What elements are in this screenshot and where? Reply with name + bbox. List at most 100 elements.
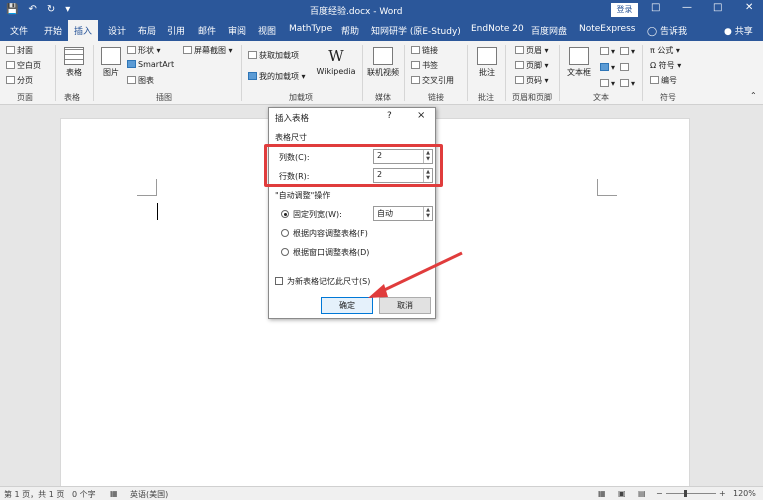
lightbulb-icon: ◯	[647, 27, 660, 37]
customize-qat-icon[interactable]: ▾	[65, 3, 70, 17]
cancel-button[interactable]: 取消	[379, 297, 431, 314]
close-icon[interactable]: ×	[417, 110, 425, 121]
tab-baidu-netdisk[interactable]: 百度网盘	[531, 24, 567, 37]
page-count[interactable]: 第 1 页，共 1 页	[4, 489, 64, 500]
minimize-icon[interactable]: —	[682, 2, 692, 13]
tab-references[interactable]: 引用	[167, 24, 185, 37]
zoom-in-icon[interactable]: +	[719, 489, 726, 498]
picture-button[interactable]: 图片	[99, 47, 123, 78]
smartart-button[interactable]: SmartArt	[127, 60, 174, 69]
footer-icon	[515, 61, 524, 69]
group-label-text: 文本	[593, 93, 609, 102]
group-label-media: 媒体	[375, 93, 391, 102]
new-comment-button[interactable]: 批注	[474, 47, 500, 78]
web-layout-icon[interactable]: ▤	[638, 489, 646, 498]
chart-button[interactable]: 图表	[127, 75, 154, 86]
tab-cnki-estudy[interactable]: 知网研学 (原E-Study)	[371, 24, 461, 37]
zoom-level[interactable]: 120%	[733, 489, 756, 498]
smartart-icon	[127, 60, 136, 68]
wikipedia-icon: W	[328, 47, 344, 65]
quick-parts-icon[interactable]: ▾	[600, 47, 615, 56]
tab-endnote[interactable]: EndNote 20	[471, 24, 524, 34]
text-cursor	[157, 203, 158, 220]
undo-icon[interactable]: ↶	[28, 3, 36, 17]
remember-size-label: 为新表格记忆此尺寸(S)	[287, 277, 371, 286]
fixed-width-radio[interactable]	[281, 210, 289, 218]
dialog-title: 插入表格	[275, 114, 310, 124]
screenshot-button[interactable]: 屏幕截图 ▾	[183, 45, 233, 56]
get-addins-button[interactable]: 获取加载项	[248, 50, 299, 61]
tab-mathtype[interactable]: MathType	[289, 24, 332, 34]
crop-mark	[156, 179, 157, 196]
tab-help[interactable]: 帮助	[341, 24, 359, 37]
read-mode-icon[interactable]: ▦	[598, 489, 606, 498]
wordart-icon[interactable]: ▾	[600, 63, 615, 72]
text-box-button[interactable]: 文本框	[563, 47, 595, 78]
proofing-icon[interactable]: ▦	[110, 489, 118, 498]
tell-me-search[interactable]: ◯ 告诉我	[647, 24, 687, 37]
page-break-button[interactable]: 分页	[6, 75, 33, 86]
page-number-button[interactable]: 页码 ▾	[515, 75, 549, 86]
autofit-window-radio[interactable]	[281, 248, 289, 256]
tab-insert[interactable]: 插入	[68, 20, 99, 41]
tab-file[interactable]: 文件	[10, 24, 28, 37]
tab-review[interactable]: 审阅	[228, 24, 246, 37]
document-title: 百度经验.docx - Word	[310, 7, 403, 17]
shapes-button[interactable]: 形状 ▾	[127, 45, 161, 56]
ribbon: 封面 空白页 分页 页面 表格 表格 图片 形状 ▾ SmartArt 图表 屏…	[0, 41, 763, 105]
object-icon[interactable]: ▾	[620, 79, 635, 88]
store-icon	[248, 51, 257, 59]
autofit-content-radio[interactable]	[281, 229, 289, 237]
numbering-button[interactable]: 编号	[650, 75, 677, 86]
group-separator	[559, 45, 560, 101]
online-video-button[interactable]: 联机视频	[366, 47, 400, 78]
close-icon[interactable]: ✕	[745, 2, 753, 13]
collapse-ribbon-icon[interactable]: ⌃	[750, 91, 757, 100]
header-icon	[515, 46, 524, 54]
footer-button[interactable]: 页脚 ▾	[515, 60, 549, 71]
group-label-comments: 批注	[478, 93, 494, 102]
table-button[interactable]: 表格	[61, 47, 87, 78]
save-icon[interactable]: 💾	[6, 3, 18, 17]
print-layout-icon[interactable]: ▣	[618, 489, 626, 498]
fixed-width-stepper[interactable]: 自动 ▲ ▼	[373, 206, 433, 221]
redo-icon[interactable]: ↻	[47, 3, 55, 17]
group-separator	[642, 45, 643, 101]
spin-down-icon[interactable]: ▼	[424, 213, 432, 219]
zoom-out-icon[interactable]: −	[656, 489, 663, 498]
help-icon[interactable]: ?	[387, 111, 392, 121]
tab-noteexpress[interactable]: NoteExpress	[579, 24, 635, 34]
restore-icon[interactable]: □	[713, 2, 722, 13]
remember-size-checkbox[interactable]	[275, 277, 283, 285]
tab-view[interactable]: 视图	[258, 24, 276, 37]
table-icon	[64, 47, 84, 65]
header-button[interactable]: 页眉 ▾	[515, 45, 549, 56]
autofit-section-label: "自动调整"操作	[275, 191, 331, 200]
cover-page-button[interactable]: 封面	[6, 45, 33, 56]
symbol-button[interactable]: Ω 符号 ▾	[650, 60, 681, 71]
date-time-icon[interactable]	[620, 63, 631, 72]
equation-button[interactable]: π 公式 ▾	[650, 45, 680, 56]
share-button[interactable]: ● 共享	[724, 24, 753, 37]
ribbon-display-options-icon[interactable]: □	[651, 2, 660, 13]
signature-line-icon[interactable]: ▾	[620, 47, 635, 56]
language-indicator[interactable]: 英语(美国)	[130, 489, 168, 500]
ok-button[interactable]: 确定	[321, 297, 373, 314]
my-addins-button[interactable]: 我的加载项 ▾	[248, 71, 306, 82]
bookmark-button[interactable]: 书签	[411, 60, 438, 71]
chart-icon	[127, 76, 136, 84]
word-count[interactable]: 0 个字	[72, 489, 96, 500]
tab-mailings[interactable]: 邮件	[198, 24, 216, 37]
tab-design[interactable]: 设计	[108, 24, 126, 37]
cross-reference-button[interactable]: 交叉引用	[411, 75, 454, 86]
tab-home[interactable]: 开始	[44, 24, 62, 37]
zoom-slider[interactable]	[666, 493, 716, 494]
tab-layout[interactable]: 布局	[138, 24, 156, 37]
login-button[interactable]: 登录	[611, 3, 638, 17]
zoom-slider-thumb[interactable]	[684, 490, 687, 497]
drop-cap-icon[interactable]: ▾	[600, 79, 615, 88]
group-label-addins: 加载项	[289, 93, 313, 102]
wikipedia-button[interactable]: W Wikipedia	[314, 47, 358, 76]
blank-page-button[interactable]: 空白页	[6, 60, 41, 71]
link-button[interactable]: 链接	[411, 45, 438, 56]
